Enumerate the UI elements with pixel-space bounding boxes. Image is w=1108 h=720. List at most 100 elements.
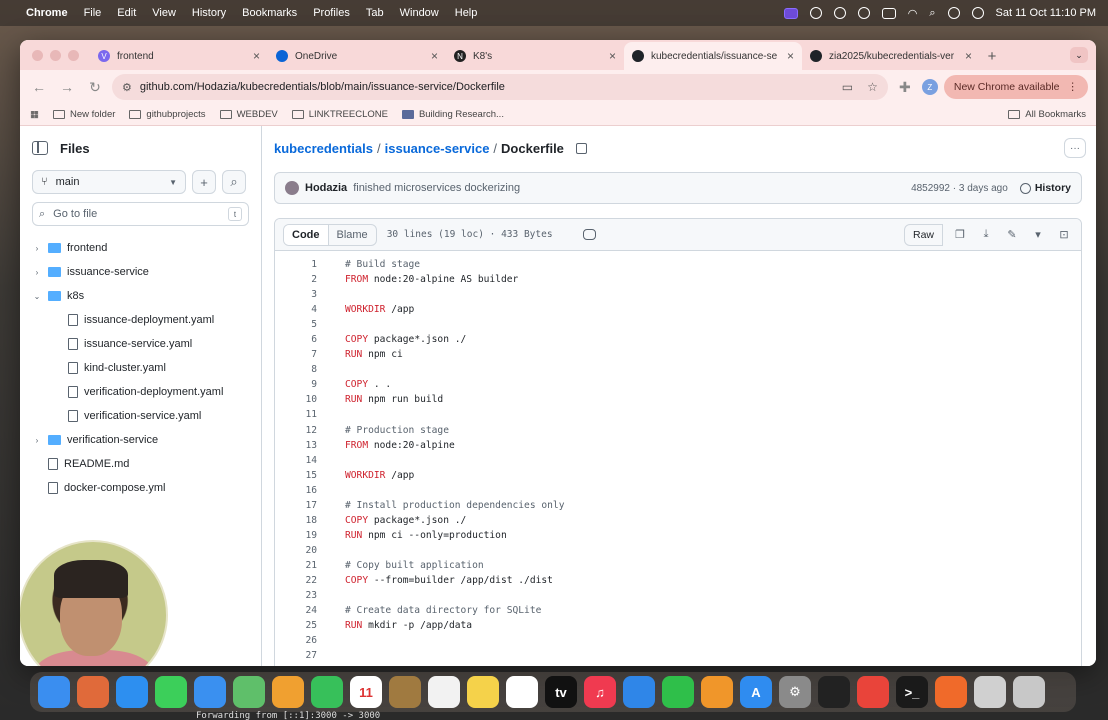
line-number[interactable]: 5 <box>275 319 317 330</box>
mail-icon[interactable] <box>194 676 226 708</box>
chevron-icon[interactable]: › <box>32 268 42 277</box>
go-to-file-input[interactable]: ⌕ Go to file t <box>32 202 249 226</box>
line-number[interactable]: 26 <box>275 635 317 646</box>
breadcrumb-folder-link[interactable]: issuance-service <box>385 141 490 156</box>
keynote-icon[interactable] <box>623 676 655 708</box>
line-number[interactable]: 14 <box>275 455 317 466</box>
line-number[interactable]: 2 <box>275 274 317 285</box>
tree-file[interactable]: kind-cluster.yaml <box>32 356 249 380</box>
bookmark-new-folder[interactable]: New folder <box>52 109 115 120</box>
weather-icon[interactable] <box>833 7 846 19</box>
line-number[interactable]: 22 <box>275 575 317 586</box>
edit-pencil-icon[interactable]: ✎ <box>1003 226 1021 244</box>
line-number[interactable]: 12 <box>275 425 317 436</box>
screen-record-icon[interactable] <box>783 7 798 19</box>
tree-file[interactable]: verification-deployment.yaml <box>32 380 249 404</box>
minimize-window-button[interactable] <box>50 50 61 61</box>
menu-tab[interactable]: Tab <box>366 7 384 19</box>
profile-avatar[interactable]: Z <box>921 79 938 95</box>
preview-icon[interactable] <box>974 676 1006 708</box>
zoom-window-button[interactable] <box>68 50 79 61</box>
copy-raw-icon[interactable]: ❐ <box>951 226 969 244</box>
launchpad-icon[interactable] <box>77 676 109 708</box>
appstore-icon[interactable]: A <box>740 676 772 708</box>
menu-help[interactable]: Help <box>455 7 478 19</box>
line-number[interactable]: 9 <box>275 379 317 390</box>
copy-path-icon[interactable] <box>575 142 587 154</box>
terminal-icon[interactable]: >_ <box>896 676 928 708</box>
brown-app-icon[interactable] <box>389 676 421 708</box>
bookmark-star-icon[interactable]: ☆ <box>867 80 878 94</box>
line-number[interactable]: 10 <box>275 394 317 405</box>
numbers-icon[interactable] <box>662 676 694 708</box>
bookmark-linktreeclone[interactable]: LINKTREECLONE <box>291 109 388 120</box>
wifi-icon[interactable]: ◠ <box>908 7 918 20</box>
menu-file[interactable]: File <box>84 7 102 19</box>
line-number[interactable]: 4 <box>275 304 317 315</box>
tab-close-icon[interactable]: × <box>253 49 260 63</box>
line-number[interactable]: 20 <box>275 545 317 556</box>
facetime-icon[interactable] <box>311 676 343 708</box>
browser-tab[interactable]: OneDrive × <box>268 42 446 70</box>
line-number[interactable]: 1 <box>275 259 317 270</box>
tree-file[interactable]: docker-compose.yml <box>32 476 249 500</box>
tab-close-icon[interactable]: × <box>965 49 972 63</box>
new-tab-button[interactable]: + <box>980 42 1004 70</box>
tree-file[interactable]: issuance-deployment.yaml <box>32 308 249 332</box>
commit-author[interactable]: Hodazia <box>305 182 347 194</box>
menu-app-name[interactable]: Chrome <box>26 7 68 19</box>
finder-icon[interactable] <box>38 676 70 708</box>
tab-search-button[interactable]: ⌄ <box>1070 47 1088 63</box>
extensions-icon[interactable]: ✚ <box>894 76 916 98</box>
site-info-icon[interactable]: ⚙ <box>122 81 132 94</box>
line-number[interactable]: 25 <box>275 620 317 631</box>
line-number[interactable]: 6 <box>275 334 317 345</box>
menu-history[interactable]: History <box>192 7 226 19</box>
cursor-icon[interactable] <box>818 676 850 708</box>
line-number[interactable]: 8 <box>275 364 317 375</box>
menu-profiles[interactable]: Profiles <box>313 7 350 19</box>
notes-icon[interactable] <box>467 676 499 708</box>
download-icon[interactable]: ⤓ <box>977 226 995 244</box>
more-menu-icon[interactable]: ⋮ <box>1068 81 1079 93</box>
battery-icon[interactable] <box>881 7 896 19</box>
line-number[interactable]: 27 <box>275 650 317 661</box>
appletv-icon[interactable]: tv <box>545 676 577 708</box>
raw-button[interactable]: Raw <box>903 223 943 246</box>
chrome-update-button[interactable]: New Chrome available ⋮ <box>943 75 1088 99</box>
edit-dropdown-icon[interactable]: ▾ <box>1029 226 1047 244</box>
browser-tab[interactable]: N K8's × <box>446 42 624 70</box>
bookmark-building-research[interactable]: Building Research... <box>401 109 504 120</box>
commit-hash-time[interactable]: 4852992 · 3 days ago <box>911 183 1008 194</box>
spotlight-icon[interactable]: ⌕ <box>929 7 935 20</box>
bookmark-githubprojects[interactable]: githubprojects <box>129 109 206 120</box>
close-window-button[interactable] <box>32 50 43 61</box>
line-number[interactable]: 21 <box>275 560 317 571</box>
author-avatar[interactable] <box>285 181 299 195</box>
tree-folder[interactable]: › issuance-service <box>32 260 249 284</box>
maps-icon[interactable] <box>233 676 265 708</box>
calendar-icon[interactable]: 11 <box>350 676 382 708</box>
menu-edit[interactable]: Edit <box>117 7 136 19</box>
control-center-icon[interactable] <box>947 7 960 19</box>
menu-bookmarks[interactable]: Bookmarks <box>242 7 297 19</box>
browser-tab[interactable]: zia2025/kubecredentials-ver × <box>802 42 980 70</box>
all-bookmarks-button[interactable]: All Bookmarks <box>1008 109 1086 120</box>
tree-file[interactable]: README.md <box>32 452 249 476</box>
breadcrumb-repo-link[interactable]: kubecredentials <box>274 141 373 156</box>
reminders-icon[interactable] <box>428 676 460 708</box>
search-button[interactable]: ⌕ <box>222 170 246 194</box>
line-number[interactable]: 11 <box>275 409 317 420</box>
tree-folder[interactable]: › verification-service <box>32 428 249 452</box>
pages-icon[interactable] <box>701 676 733 708</box>
url-text[interactable]: github.com/Hodazia/kubecredentials/blob/… <box>140 81 834 93</box>
address-bar[interactable]: ⚙ github.com/Hodazia/kubecredentials/blo… <box>112 74 888 100</box>
line-number[interactable]: 15 <box>275 470 317 481</box>
menu-view[interactable]: View <box>152 7 176 19</box>
copilot-icon[interactable] <box>582 229 596 240</box>
reload-button[interactable]: ↻ <box>84 76 106 98</box>
branch-selector[interactable]: ⑂ main ▼ <box>32 170 186 194</box>
chrome-icon[interactable] <box>857 676 889 708</box>
chevron-icon[interactable]: ⌄ <box>32 292 42 301</box>
line-number[interactable]: 19 <box>275 530 317 541</box>
